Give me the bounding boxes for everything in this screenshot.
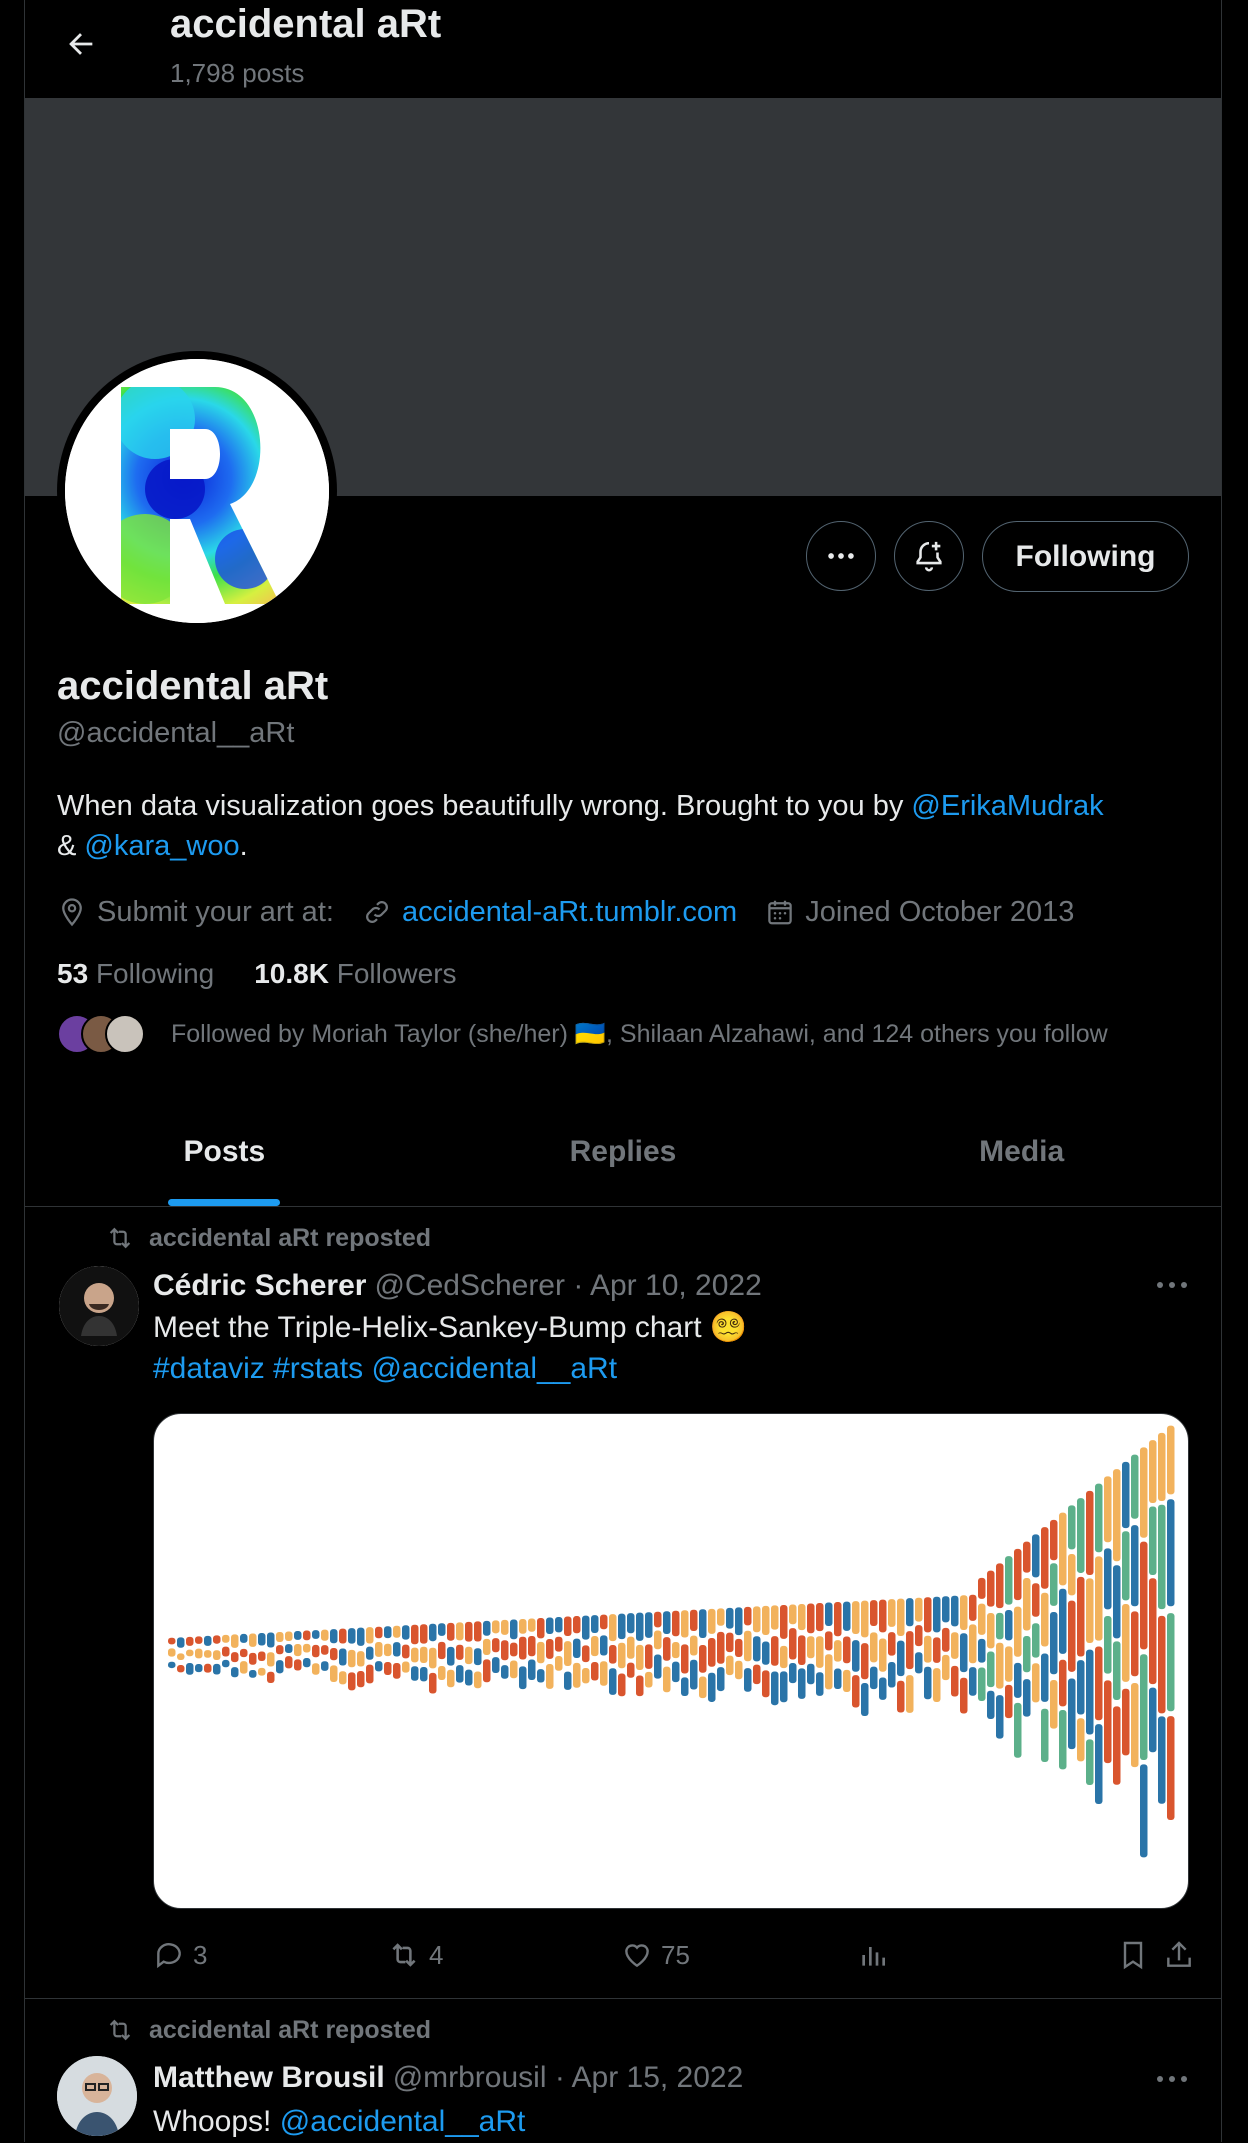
tweet-text: Meet the Triple-Helix-Sankey-Bump chart …	[153, 1307, 1193, 1389]
repost-indicator: accidental aRt reposted	[105, 1223, 431, 1253]
bookmark-icon	[1123, 1941, 1143, 1970]
profile-column: accidental aRt 1,798 posts Following acc…	[24, 0, 1222, 2143]
follower-avatars	[57, 1014, 145, 1054]
location-pin-icon	[62, 898, 82, 927]
tweet-body: Meet the Triple-Helix-Sankey-Bump chart …	[153, 1311, 748, 1344]
tab-label: Posts	[183, 1135, 266, 1168]
tweet-text: Whoops! @accidental__aRt	[153, 2101, 525, 2142]
back-button[interactable]	[57, 20, 105, 68]
tweet-hashtags[interactable]: #dataviz #rstats @accidental__aRt	[153, 1348, 1193, 1389]
tab-posts[interactable]: Posts	[25, 1098, 424, 1206]
repost-icon	[109, 2019, 131, 2041]
tweet-actions: 3 4 75	[153, 1933, 1193, 1977]
tweet-header: Matthew Brousil @mrbrousil · Apr 15, 202…	[153, 2061, 743, 2095]
tweet-mention[interactable]: @accidental__aRt	[280, 2105, 526, 2138]
profile-name: accidental aRt	[57, 664, 329, 708]
location-text: Submit your art at:	[97, 895, 334, 928]
header-title: accidental aRt	[170, 2, 442, 46]
tweet-more-button[interactable]	[1157, 1282, 1187, 1288]
followed-by[interactable]: Followed by Moriah Taylor (she/her) 🇺🇦, …	[57, 1014, 1108, 1054]
reply-count: 3	[193, 1939, 208, 1970]
repost-label: accidental aRt reposted	[149, 2015, 432, 2044]
follow-counts: 53 Following 10.8K Followers	[57, 958, 497, 990]
tweet-more-button[interactable]	[1157, 2076, 1187, 2082]
repost-indicator: accidental aRt reposted	[105, 2015, 431, 2045]
followers-label: Followers	[336, 958, 457, 989]
top-header: accidental aRt 1,798 posts	[25, 0, 1221, 98]
location-item: Submit your art at:	[57, 896, 334, 929]
bio-mention-erika[interactable]: @ErikaMudrak	[911, 790, 1103, 822]
tweet[interactable]: accidental aRt reposted Cédric Scherer @…	[25, 1207, 1221, 1997]
avatar-r-logo	[65, 359, 329, 623]
website-link[interactable]: accidental-aRt.tumblr.com	[402, 896, 737, 929]
author-handle-date[interactable]: @CedScherer · Apr 10, 2022	[374, 1269, 761, 1303]
profile-avatar[interactable]	[57, 351, 337, 631]
views-button[interactable]	[857, 1939, 897, 1971]
author-handle-date[interactable]: @mrbrousil · Apr 15, 2022	[393, 2061, 744, 2095]
link-icon	[365, 901, 388, 923]
repost-icon	[392, 1943, 416, 1967]
website-item[interactable]: accidental-aRt.tumblr.com	[362, 896, 737, 929]
followed-by-text: Followed by Moriah Taylor (she/her) 🇺🇦, …	[171, 1019, 1108, 1048]
reply-icon	[157, 1943, 181, 1969]
analytics-icon	[862, 1947, 885, 1966]
following-count-link[interactable]: 53 Following	[57, 958, 214, 990]
joined-item: Joined October 2013	[765, 896, 1074, 929]
tab-replies[interactable]: Replies	[424, 1098, 823, 1206]
header-post-count: 1,798 posts	[170, 58, 305, 88]
bell-plus-icon	[916, 541, 942, 572]
author-name[interactable]: Cédric Scherer	[153, 1269, 366, 1303]
bio-end: .	[239, 830, 248, 862]
share-icon	[1167, 1941, 1191, 1967]
followers-count-link[interactable]: 10.8K Followers	[254, 958, 456, 990]
sankey-bump-image	[168, 1425, 1175, 1858]
tweet-media-chart[interactable]	[153, 1413, 1189, 1909]
more-options-button[interactable]	[806, 521, 876, 591]
more-horizontal-icon	[828, 553, 854, 559]
follower-avatar	[105, 1014, 145, 1054]
bio-mention-kara[interactable]: @kara_woo	[84, 830, 239, 862]
following-count: 53	[57, 958, 89, 989]
arrow-left-icon	[69, 33, 93, 55]
tab-media[interactable]: Media	[822, 1098, 1221, 1206]
calendar-icon	[768, 900, 792, 925]
like-button[interactable]: 75	[621, 1939, 690, 1971]
bio-text: When data visualization goes beautifully…	[57, 790, 912, 822]
tweet-header: Cédric Scherer @CedScherer · Apr 10, 202…	[153, 1269, 762, 1303]
tweet-body: Whoops!	[153, 2105, 280, 2138]
share-button[interactable]	[1163, 1939, 1203, 1971]
joined-text: Joined October 2013	[805, 895, 1075, 928]
tab-label: Media	[979, 1135, 1065, 1168]
author-name[interactable]: Matthew Brousil	[153, 2061, 385, 2095]
profile-bio: When data visualization goes beautifully…	[57, 786, 1187, 866]
bio-amp: &	[57, 830, 85, 862]
bookmark-button[interactable]	[1117, 1939, 1157, 1971]
repost-count: 4	[429, 1939, 444, 1970]
following-label: Following	[95, 958, 215, 989]
repost-icon	[109, 1227, 131, 1249]
author-avatar[interactable]	[57, 1264, 141, 1348]
notifications-button[interactable]	[894, 521, 964, 591]
profile-tabs: Posts Replies Media	[25, 1098, 1221, 1207]
author-avatar[interactable]	[57, 2056, 137, 2136]
following-button[interactable]: Following	[982, 521, 1189, 592]
tab-label: Replies	[569, 1135, 677, 1168]
like-count: 75	[661, 1939, 690, 1970]
profile-handle: @accidental__aRt	[57, 717, 295, 749]
profile-meta: Submit your art at: accidental-aRt.tumbl…	[57, 890, 1102, 934]
repost-label: accidental aRt reposted	[149, 1223, 432, 1252]
active-tab-indicator	[168, 1199, 281, 1206]
followers-count: 10.8K	[254, 958, 329, 989]
heart-icon	[625, 1944, 649, 1968]
tweet[interactable]: accidental aRt reposted Matthew Brousil …	[25, 1998, 1221, 2143]
repost-button[interactable]: 4	[387, 1938, 443, 1972]
reply-button[interactable]: 3	[153, 1939, 207, 1971]
